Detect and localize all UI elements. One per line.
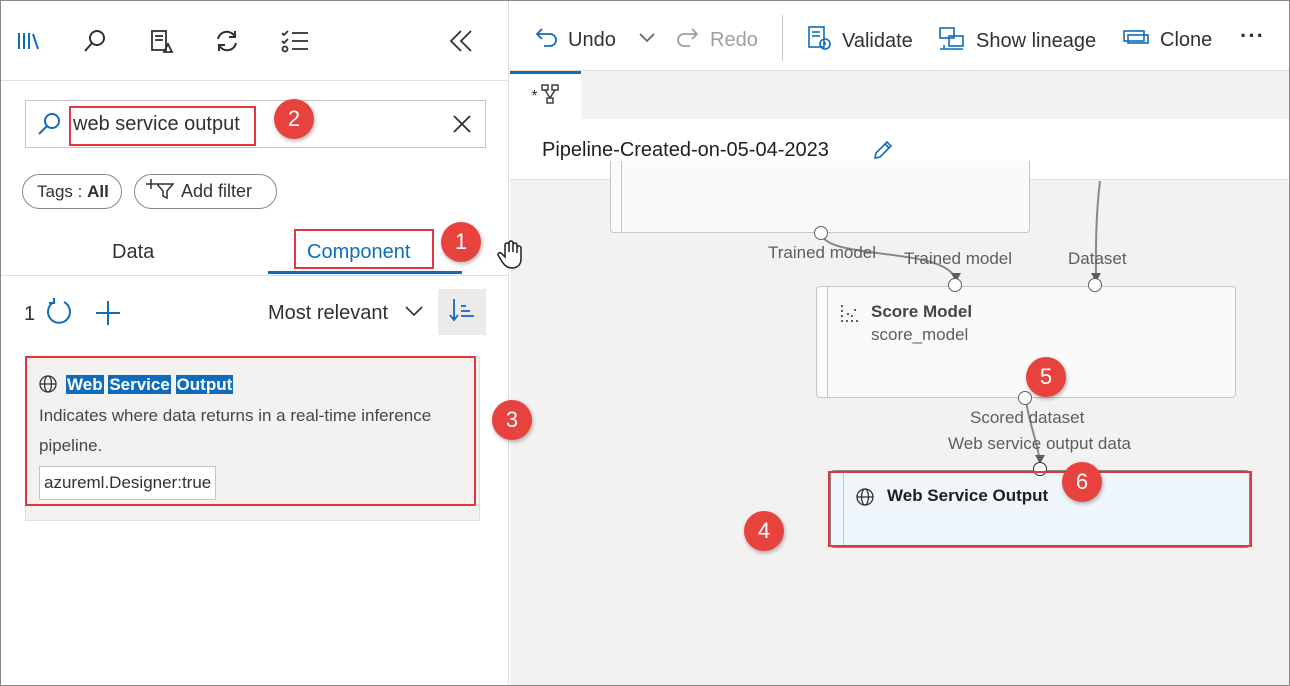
sort-descending-icon: [448, 297, 476, 328]
search-icon[interactable]: [79, 25, 111, 57]
search-icon: [36, 111, 62, 142]
tags-filter-button[interactable]: Tags : All: [22, 174, 122, 209]
output-port[interactable]: [814, 226, 828, 240]
score-chart-icon: [839, 303, 861, 328]
annotation-box-output-node: [828, 471, 1252, 547]
redo-label: Redo: [710, 28, 758, 51]
annotation-box-component-tab: [294, 229, 434, 269]
port-label-dataset: Dataset: [1068, 249, 1127, 268]
tab-pipeline[interactable]: *: [510, 71, 581, 119]
redo-button[interactable]: Redo: [676, 25, 758, 55]
asset-icon[interactable]: [145, 25, 177, 57]
undo-icon: [534, 25, 558, 55]
port-label-trained-model-out: Trained model: [768, 243, 877, 262]
tab-divider: [1, 275, 509, 276]
annotation-box-result-card: [25, 356, 476, 506]
clone-icon: [1122, 25, 1150, 55]
tab-data[interactable]: Data: [112, 241, 154, 264]
input-port[interactable]: [1088, 278, 1102, 292]
undo-button[interactable]: Undo: [534, 25, 616, 55]
active-tab-indicator: [268, 271, 462, 274]
redo-icon: [676, 25, 700, 55]
clone-label: Clone: [1160, 28, 1213, 51]
validate-icon: [806, 25, 832, 57]
refresh-icon[interactable]: [45, 297, 73, 332]
add-icon[interactable]: [94, 297, 122, 332]
refresh-icon[interactable]: [211, 25, 243, 57]
sort-dropdown[interactable]: Most relevant: [268, 302, 388, 325]
hand-cursor-icon: [496, 240, 524, 275]
lineage-icon: [938, 25, 966, 57]
add-filter-label: Add filter: [181, 181, 253, 201]
double-chevron-left-icon[interactable]: [445, 25, 477, 57]
library-icon[interactable]: [13, 25, 45, 57]
undo-label: Undo: [568, 28, 616, 51]
close-icon[interactable]: [451, 113, 473, 140]
upstream-train-node[interactable]: [610, 161, 1030, 233]
port-label-trained-model-in: Trained model: [904, 249, 1013, 268]
result-count: 1: [24, 303, 36, 325]
clone-button[interactable]: Clone: [1122, 25, 1212, 55]
pipeline-tab-strip: *: [510, 71, 1289, 119]
tags-filter-value: All: [87, 181, 109, 201]
chevron-down-icon[interactable]: [638, 31, 656, 50]
annotation-badge: 2: [274, 99, 314, 139]
show-lineage-label: Show lineage: [976, 29, 1097, 52]
port-label-scored-dataset: Scored dataset: [970, 408, 1085, 427]
score-model-title: Score Model: [871, 302, 973, 321]
tab-modified-marker: *: [531, 87, 538, 105]
pipeline-graph-icon: [540, 83, 560, 110]
checklist-icon[interactable]: [279, 25, 311, 57]
annotation-badge: 1: [441, 222, 481, 262]
toolbar-divider: [782, 15, 783, 61]
sort-order-button[interactable]: [438, 289, 486, 335]
annotation-box-search: [69, 106, 256, 146]
pipeline-title: Pipeline-Created-on-05-04-2023: [542, 139, 829, 161]
filter-add-icon: [145, 178, 175, 205]
pipeline-connections: [820, 181, 1101, 464]
add-filter-button[interactable]: Add filter: [134, 174, 277, 209]
designer-toolbar: Undo Redo Validate Show lineage Clone ··…: [510, 1, 1289, 71]
output-port[interactable]: [1018, 391, 1032, 405]
asset-library-panel: web service output Tags : All Add filter…: [1, 1, 509, 685]
tags-filter-label: Tags :: [37, 181, 88, 201]
annotation-badge: 4: [744, 511, 784, 551]
pipeline-canvas-panel: Undo Redo Validate Show lineage Clone ··…: [510, 1, 1289, 685]
port-label-web-service-output-data: Web service output data: [948, 434, 1132, 453]
score-model-subtitle: score_model: [871, 325, 969, 344]
input-port[interactable]: [948, 278, 962, 292]
validate-label: Validate: [842, 29, 913, 52]
chevron-down-icon[interactable]: [404, 303, 424, 324]
show-lineage-button[interactable]: Show lineage: [938, 25, 1096, 57]
panel-toolbar: [1, 1, 509, 81]
annotation-badge: 6: [1062, 462, 1102, 502]
validate-button[interactable]: Validate: [806, 25, 913, 57]
annotation-badge: 5: [1026, 357, 1066, 397]
more-options-icon[interactable]: ···: [1240, 23, 1265, 49]
annotation-badge: 3: [492, 400, 532, 440]
